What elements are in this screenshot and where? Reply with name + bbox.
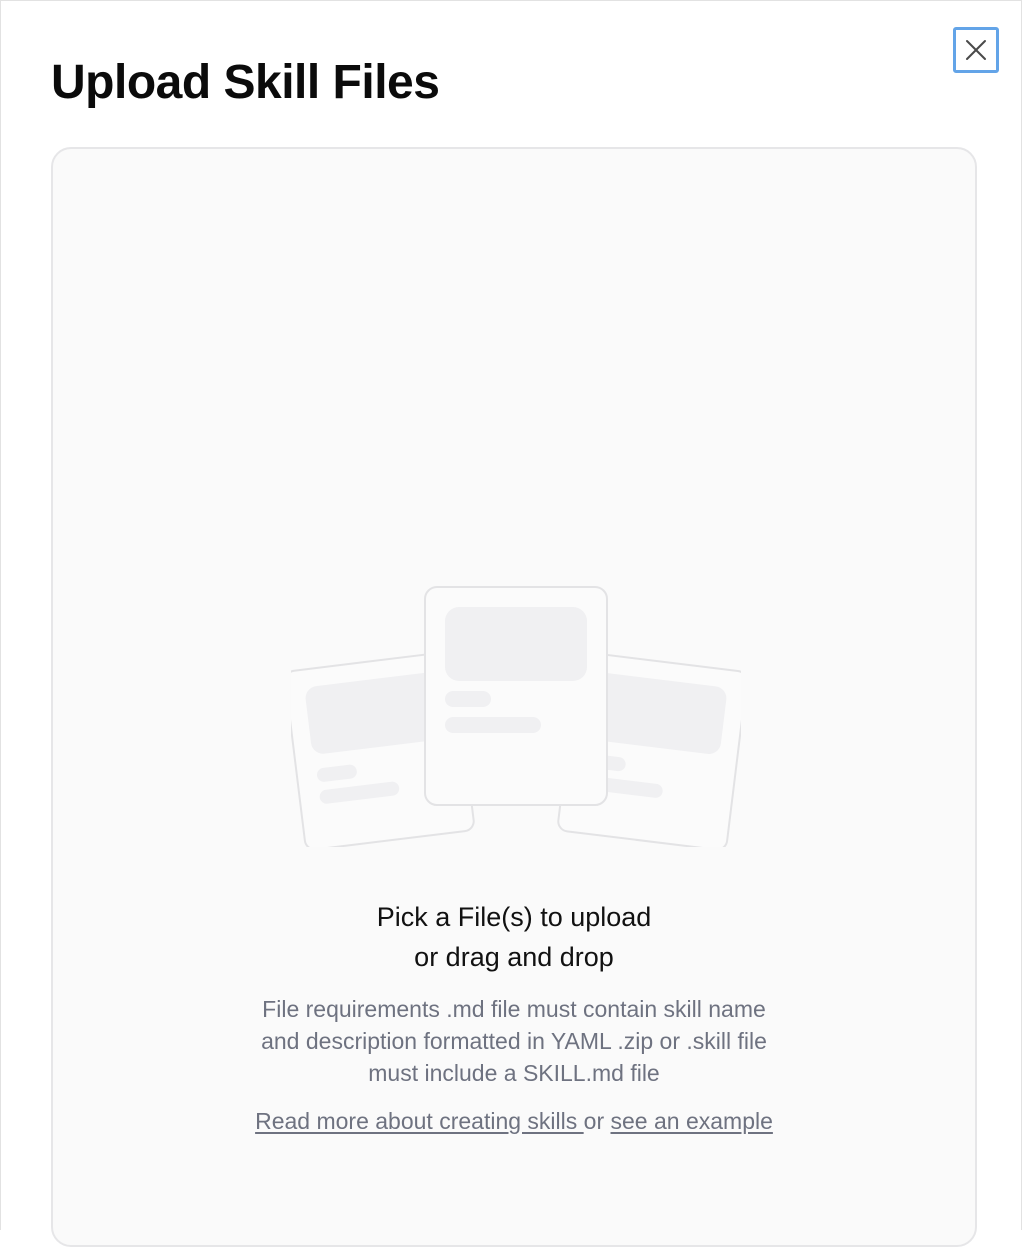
upload-prompt-line1: Pick a File(s) to upload bbox=[376, 902, 652, 932]
read-more-link[interactable]: Read more about creating skills bbox=[255, 1108, 584, 1134]
upload-prompt: Pick a File(s) to upload or drag and dro… bbox=[53, 897, 975, 977]
see-example-link[interactable]: see an example bbox=[611, 1108, 773, 1134]
dialog-title: Upload Skill Files bbox=[51, 56, 440, 109]
close-button[interactable] bbox=[953, 27, 999, 73]
file-requirements: File requirements .md file must contain … bbox=[261, 996, 767, 1086]
or-text: or bbox=[583, 1108, 611, 1134]
upload-skill-dialog: Upload Skill Files Pick a File(s) to upl… bbox=[0, 0, 1022, 1247]
file-dropzone[interactable]: Pick a File(s) to upload or drag and dro… bbox=[51, 147, 977, 1247]
close-icon bbox=[966, 40, 986, 60]
upload-prompt-line2: or drag and drop bbox=[414, 942, 614, 972]
files-stack-illustration bbox=[291, 586, 741, 847]
help-links: Read more about creating skills or see a… bbox=[253, 1105, 775, 1137]
